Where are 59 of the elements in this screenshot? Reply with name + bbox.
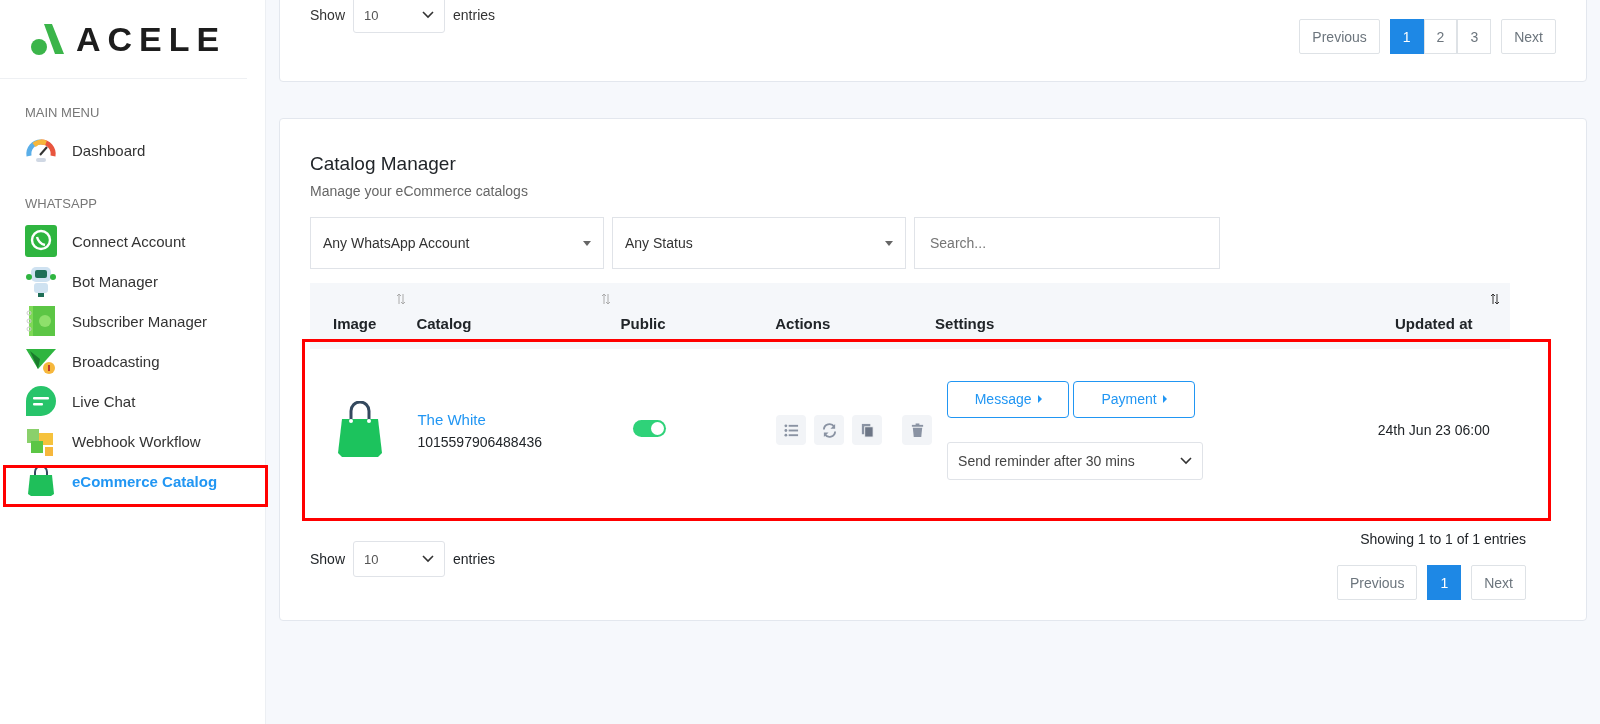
logo-icon — [30, 22, 66, 56]
section-heading: MAIN MENU — [24, 104, 101, 122]
sync-button[interactable] — [814, 415, 845, 445]
entries-label: entries — [453, 551, 496, 567]
page-button[interactable]: 1 — [1427, 565, 1462, 600]
sidebar-item[interactable]: Connect Account — [0, 221, 265, 261]
page-button[interactable]: 1 — [1389, 19, 1424, 54]
phone-chat-icon — [25, 225, 57, 257]
logo-text: ACELE — [76, 19, 227, 59]
previous-button[interactable]: Previous — [1299, 19, 1380, 54]
contact-book-icon — [25, 305, 57, 337]
page-button[interactable]: 2 — [1423, 19, 1458, 54]
chevron-down-icon — [422, 11, 435, 19]
next-button[interactable]: Next — [1501, 19, 1556, 54]
robot-icon — [25, 265, 57, 297]
sidebar-item[interactable]: Bot Manager — [0, 261, 265, 301]
shopping-bag-icon — [25, 465, 57, 497]
entries-info: Showing 1 to 1 of 1 entries — [1360, 531, 1526, 547]
section-heading: WHATSAPP — [24, 195, 98, 213]
entries-label: entries — [453, 7, 496, 23]
show-label: Show — [310, 7, 346, 23]
column-header: Catalog — [416, 314, 472, 332]
entries-select[interactable]: 10 — [353, 0, 446, 33]
chevron-down-icon — [1180, 456, 1193, 465]
copy-icon — [859, 422, 875, 438]
column-header: Settings — [935, 314, 995, 332]
sidebar-item[interactable]: Live Chat — [0, 381, 265, 421]
entries-select[interactable]: 10 — [353, 541, 446, 577]
list-button[interactable] — [776, 415, 807, 445]
copy-button[interactable] — [852, 415, 883, 445]
chat-bubble-icon — [25, 385, 57, 417]
status-select[interactable]: Any Status — [612, 217, 906, 269]
delete-button[interactable] — [902, 415, 933, 445]
shopping-bag-icon — [336, 400, 384, 457]
page-button[interactable]: 3 — [1457, 19, 1492, 54]
card-subtitle: Manage your eCommerce catalogs — [310, 183, 529, 199]
sort-icon[interactable] — [1490, 293, 1500, 305]
updated-date: 24th Jun 23 06:00 — [1377, 422, 1490, 438]
column-header: Image — [333, 314, 377, 332]
sidebar-item[interactable]: Webhook Workflow — [0, 421, 265, 461]
card-title: Catalog Manager — [310, 153, 457, 175]
previous-button[interactable]: Previous — [1336, 565, 1418, 600]
sidebar-item[interactable]: Broadcasting — [0, 341, 265, 381]
account-select[interactable]: Any WhatsApp Account — [310, 217, 604, 269]
trash-icon — [909, 422, 925, 438]
list-icon — [783, 422, 799, 438]
show-label: Show — [310, 551, 346, 567]
search-field[interactable]: Search... — [914, 217, 1220, 269]
column-header: Public — [620, 314, 666, 332]
column-header: Actions — [775, 314, 831, 332]
public-toggle[interactable] — [632, 420, 666, 437]
sidebar-item[interactable]: Subscriber Manager — [0, 301, 265, 341]
reminder-select[interactable]: Send reminder after 30 mins — [947, 441, 1204, 480]
sidebar-item[interactable]: Dashboard — [0, 130, 265, 170]
refresh-icon — [821, 422, 837, 438]
catalog-id: 1015597906488436 — [417, 433, 543, 450]
next-button[interactable]: Next — [1471, 565, 1526, 600]
column-header: Updated at — [1395, 314, 1473, 332]
chevron-down-icon — [422, 555, 435, 563]
